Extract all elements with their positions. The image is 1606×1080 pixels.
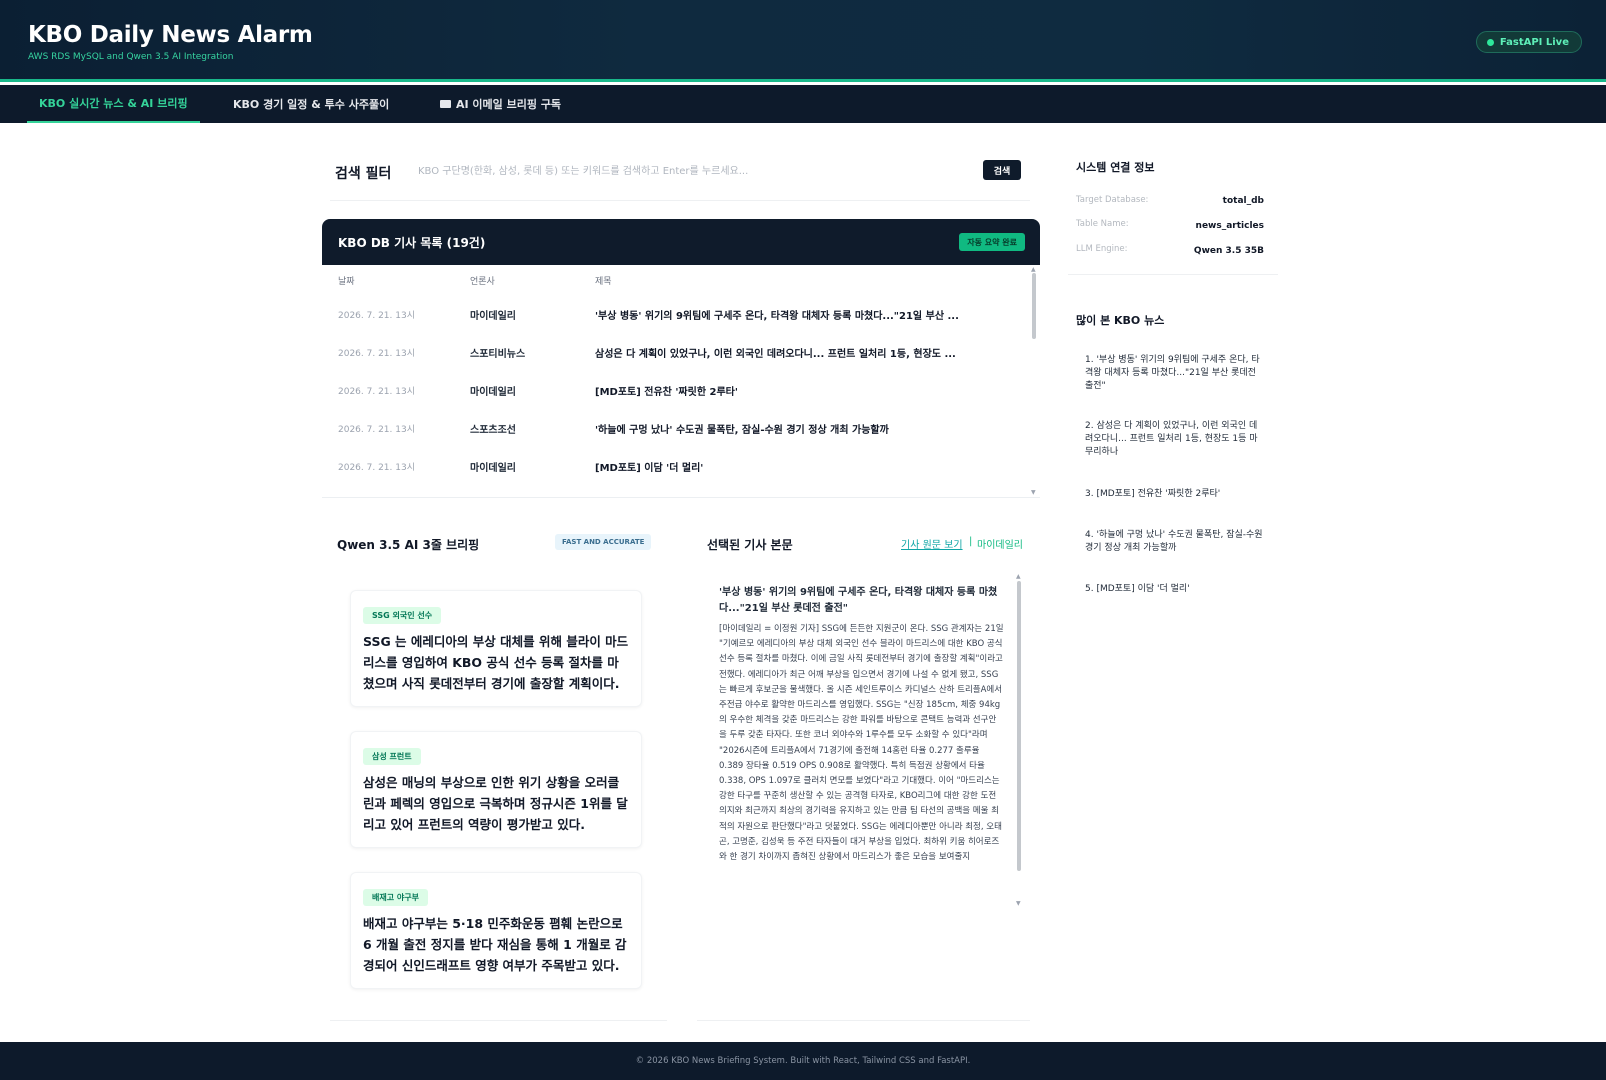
system-info-label: LLM Engine: <box>1076 244 1128 254</box>
search-button[interactable]: 검색 <box>983 160 1021 180</box>
selected-article-title: 선택된 기사 본문 <box>707 538 793 552</box>
selected-article-press: 마이데일리 <box>977 540 1023 551</box>
api-status-badge: FastAPI Live <box>1475 31 1582 53</box>
popular-news-item[interactable]: 2. 삼성은 다 계획이 있었구나, 이런 외국인 데려오다니... 프런트 일… <box>1085 420 1265 459</box>
briefing-text: SSG 는 에레디아의 부상 대체를 위해 블라이 마드리스를 영입하여 KBO… <box>363 634 629 691</box>
briefing-card: 배재고 야구부 배재고 야구부는 5·18 민주화운동 폄훼 논란으로 6 개월… <box>350 872 642 989</box>
system-info-label: Target Database: <box>1076 195 1149 205</box>
divider <box>1068 274 1278 275</box>
article-title: [MD포토] 이담 '더 멀리' <box>595 463 704 474</box>
system-info-value: news_articles <box>1195 221 1264 231</box>
tab-label: KBO 실시간 뉴스 & AI 브리핑 <box>39 97 188 110</box>
divider <box>330 200 1030 201</box>
status-dot-icon <box>1486 38 1494 46</box>
system-info-label: Table Name: <box>1076 219 1129 229</box>
article-title: 삼성은 다 계획이 있었구나, 이런 외국인 데려오다니... 프런트 일처리 … <box>595 349 956 360</box>
table-row[interactable]: 2026. 7. 21. 13시 스포츠조선 '하늘에 구멍 났나' 수도권 물… <box>322 409 1030 447</box>
briefing-card: SSG 외국인 선수 SSG 는 에레디아의 부상 대체를 위해 블라이 마드리… <box>350 590 642 707</box>
search-input[interactable] <box>418 160 978 182</box>
articles-title: KBO DB 기사 목록 (19건) <box>338 236 486 250</box>
popular-news-item[interactable]: 1. '부상 병동' 위기의 9위팀에 구세주 온다, 타격왕 대체자 등록 마… <box>1085 354 1265 393</box>
article-body-scrollbar[interactable] <box>1017 581 1021 871</box>
divider <box>330 1020 667 1021</box>
tab-schedule-saju[interactable]: KBO 경기 일정 & 투수 사주풀이 <box>221 85 401 123</box>
tab-label: KBO 경기 일정 & 투수 사주풀이 <box>233 98 390 111</box>
table-row[interactable]: 2026. 7. 21. 13시 마이데일리 '부상 병동' 위기의 9위팀에 … <box>322 295 1030 333</box>
system-info-value: Qwen 3.5 35B <box>1193 246 1264 256</box>
briefing-tag: 배재고 야구부 <box>363 889 428 906</box>
system-info-value: total_db <box>1222 196 1264 206</box>
article-press: 마이데일리 <box>470 387 516 398</box>
briefing-text: 배재고 야구부는 5·18 민주화운동 폄훼 논란으로 6 개월 출전 정지를 … <box>363 916 627 973</box>
articles-table: 날짜 언론사 제목 2026. 7. 21. 13시 마이데일리 '부상 병동'… <box>322 265 1040 498</box>
article-date: 2026. 7. 21. 13시 <box>338 463 415 473</box>
mail-icon <box>440 100 451 108</box>
search-filter-title: 검색 필터 <box>335 166 392 182</box>
api-status-label: FastAPI Live <box>1499 36 1569 48</box>
popular-news-item[interactable]: 4. '하늘에 구멍 났나' 수도권 물폭탄, 잠실-수원 경기 정상 개최 가… <box>1085 529 1265 555</box>
scroll-down-arrow-icon[interactable]: ▼ <box>1016 900 1021 907</box>
article-press: 스포츠조선 <box>470 425 516 436</box>
articles-panel-header: KBO DB 기사 목록 (19건) 자동 요약 완료 <box>322 219 1040 265</box>
briefing-card: 삼성 프런트 삼성은 매닝의 부상으로 인한 위기 상황을 오러클린과 페렉의 … <box>350 731 642 848</box>
article-title: '부상 병동' 위기의 9위팀에 구세주 온다, 타격왕 대체자 등록 마쳤다.… <box>595 311 959 322</box>
app-title: KBO Daily News Alarm <box>28 22 313 48</box>
scroll-down-arrow-icon[interactable]: ▼ <box>1031 489 1036 496</box>
system-info-title: 시스템 연결 정보 <box>1076 161 1155 174</box>
tab-news-briefing[interactable]: KBO 실시간 뉴스 & AI 브리핑 <box>27 85 200 123</box>
footer-text: © 2026 KBO News Briefing System. Built w… <box>635 1056 971 1066</box>
briefing-title: Qwen 3.5 AI 3줄 브리핑 <box>337 538 480 552</box>
article-press: 스포티비뉴스 <box>470 349 526 360</box>
selected-article-headline: '부상 병동' 위기의 9위팀에 구세주 온다, 타격왕 대체자 등록 마쳤다.… <box>719 587 998 614</box>
tab-email-subscribe[interactable]: AI 이메일 브리핑 구독 <box>428 85 573 123</box>
briefing-text: 삼성은 매닝의 부상으로 인한 위기 상황을 오러클린과 페렉의 영입으로 극복… <box>363 775 628 832</box>
article-title: '하늘에 구멍 났나' 수도권 물폭탄, 잠실-수원 경기 정상 개최 가능할까 <box>595 425 889 436</box>
summary-status-badge: 자동 요약 완료 <box>959 233 1025 251</box>
briefing-badge: FAST AND ACCURATE <box>555 534 652 550</box>
briefing-tag: SSG 외국인 선수 <box>363 607 442 624</box>
scroll-up-arrow-icon[interactable]: ▲ <box>1031 266 1036 273</box>
article-date: 2026. 7. 21. 13시 <box>338 311 415 321</box>
article-date: 2026. 7. 21. 13시 <box>338 387 415 397</box>
link-separator: | <box>969 536 973 547</box>
app-footer: © 2026 KBO News Briefing System. Built w… <box>0 1042 1606 1080</box>
divider <box>697 1020 1030 1021</box>
article-press: 마이데일리 <box>470 463 516 474</box>
popular-news-title: 많이 본 KBO 뉴스 <box>1076 314 1165 327</box>
selected-article-body: [마이데일리 = 이정원 기자] SSG에 든든한 지원군이 온다. SSG 관… <box>719 624 1004 863</box>
column-header-press: 언론사 <box>470 277 495 287</box>
table-row[interactable]: 2026. 7. 21. 13시 스포티비뉴스 삼성은 다 계획이 있었구나, … <box>322 333 1030 371</box>
app-header: KBO Daily News Alarm AWS RDS MySQL and Q… <box>0 0 1606 82</box>
article-date: 2026. 7. 21. 13시 <box>338 425 415 435</box>
table-row[interactable]: 2026. 7. 21. 13시 마이데일리 [MD포토] 이담 '더 멀리' <box>322 447 1030 485</box>
briefing-tag: 삼성 프런트 <box>363 748 421 765</box>
view-original-link[interactable]: 기사 원문 보기 <box>901 536 963 551</box>
column-header-title: 제목 <box>595 277 612 287</box>
tab-label: AI 이메일 브리핑 구독 <box>456 98 562 111</box>
article-date: 2026. 7. 21. 13시 <box>338 349 415 359</box>
popular-news-item[interactable]: 5. [MD포토] 이담 '더 멀리' <box>1085 583 1265 596</box>
table-scrollbar[interactable] <box>1032 273 1036 339</box>
article-title: [MD포토] 전유찬 '짜릿한 2루타' <box>595 387 738 398</box>
column-header-date: 날짜 <box>338 277 355 287</box>
main-nav: KBO 실시간 뉴스 & AI 브리핑 KBO 경기 일정 & 투수 사주풀이 … <box>0 85 1606 123</box>
scroll-up-arrow-icon[interactable]: ▲ <box>1016 573 1021 580</box>
table-row[interactable]: 2026. 7. 21. 13시 마이데일리 [MD포토] 전유찬 '짜릿한 2… <box>322 371 1030 409</box>
app-subtitle: AWS RDS MySQL and Qwen 3.5 AI Integratio… <box>28 52 234 62</box>
popular-news-item[interactable]: 3. [MD포토] 전유찬 '짜릿한 2루타' <box>1085 488 1265 501</box>
article-press: 마이데일리 <box>470 311 516 322</box>
